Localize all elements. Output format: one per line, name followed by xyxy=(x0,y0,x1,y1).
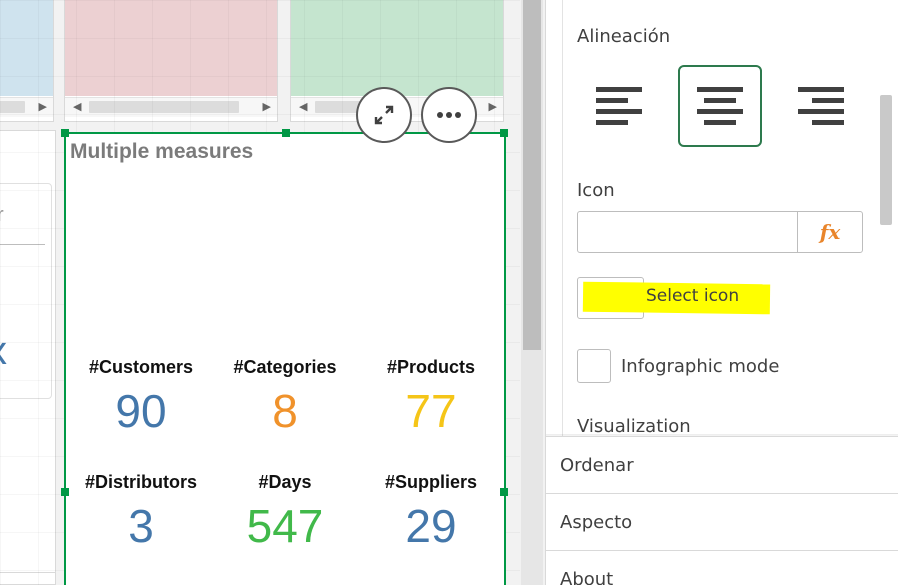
align-left-button[interactable] xyxy=(577,65,661,147)
accordion-label: Aspecto xyxy=(560,512,633,533)
accordion-aspecto[interactable]: Aspecto xyxy=(546,493,898,550)
fx-icon: fx xyxy=(819,220,841,244)
expression-editor-button[interactable]: fx xyxy=(797,212,862,252)
horizontal-scrollbar[interactable]: ▶ xyxy=(0,97,53,117)
scroll-right-arrow-icon[interactable]: ▶ xyxy=(263,100,271,113)
kpi-glyph: x xyxy=(0,329,7,374)
align-right-icon xyxy=(798,87,844,125)
align-right-button[interactable] xyxy=(779,65,863,147)
chart-thumbnail-fill xyxy=(65,0,277,96)
scroll-left-arrow-icon[interactable]: ◀ xyxy=(73,100,81,113)
kpi-customers[interactable]: #Customers 90 xyxy=(68,357,214,434)
infographic-mode-checkbox[interactable] xyxy=(577,349,611,383)
kpi-label: #Suppliers xyxy=(384,472,478,492)
left-bottom-object[interactable] xyxy=(0,572,56,585)
left-sheet-object[interactable]: r x xyxy=(0,130,56,580)
accordion-label: Ordenar xyxy=(560,455,634,476)
sheet-vertical-scrollbar[interactable] xyxy=(521,0,543,585)
kpi-products[interactable]: #Products 77 xyxy=(358,357,504,434)
chart-thumbnail-blue[interactable]: ▶ xyxy=(0,0,54,122)
chart-thumbnail-fill xyxy=(291,0,503,96)
app-root: ▶ ◀ ▶ ◀ ▶ r x Multiple measures #Custo xyxy=(0,0,898,585)
align-center-button[interactable] xyxy=(678,65,762,147)
kpi-value: 8 xyxy=(272,385,298,437)
kpi-label: #Days xyxy=(258,472,312,492)
kpi-value: 547 xyxy=(246,500,324,552)
search-input[interactable]: r xyxy=(0,204,4,227)
chart-thumbnail-fill xyxy=(0,0,53,96)
infographic-mode-label[interactable]: Infographic mode xyxy=(621,356,779,377)
kpi-object-selected[interactable]: Multiple measures #Customers 90 #Categor… xyxy=(64,132,506,585)
scrollbar-thumb[interactable] xyxy=(0,101,25,113)
resize-handle-top-right[interactable] xyxy=(500,129,508,137)
more-options-button[interactable] xyxy=(421,87,477,143)
kpi-suppliers[interactable]: #Suppliers 29 xyxy=(358,472,504,549)
input-underline xyxy=(0,244,45,245)
scroll-right-arrow-icon[interactable]: ▶ xyxy=(39,100,47,113)
scrollbar-thumb[interactable] xyxy=(89,101,239,113)
kpi-value: 90 xyxy=(115,385,167,437)
icon-expression-input[interactable]: fx xyxy=(577,211,863,253)
horizontal-scrollbar[interactable]: ◀ ▶ xyxy=(65,97,277,117)
scrollbar-thumb[interactable] xyxy=(523,0,541,350)
more-horizontal-icon xyxy=(437,112,461,118)
kpi-categories[interactable]: #Categories 8 xyxy=(212,357,358,434)
presentation-section: Alineación Icon fx Infographic mode Visu… xyxy=(562,0,880,437)
kpi-label: #Products xyxy=(386,357,476,377)
resize-handle-top-center[interactable] xyxy=(282,129,290,137)
kpi-value: 3 xyxy=(128,500,154,552)
expand-arrows-icon xyxy=(374,105,394,125)
icon-label: Icon xyxy=(577,180,615,201)
kpi-label: #Categories xyxy=(233,357,337,377)
accordion-label: About xyxy=(560,569,614,585)
resize-handle-top-left[interactable] xyxy=(61,129,69,137)
align-center-icon xyxy=(697,87,743,125)
chart-thumbnail-red[interactable]: ◀ ▶ xyxy=(64,0,278,122)
kpi-label: #Customers xyxy=(88,357,194,377)
scrollbar-thumb[interactable] xyxy=(880,95,892,225)
scroll-left-arrow-icon[interactable]: ◀ xyxy=(299,100,307,113)
kpi-value: 29 xyxy=(405,500,457,552)
alignment-label: Alineación xyxy=(577,26,671,47)
kpi-distributors[interactable]: #Distributors 3 xyxy=(68,472,214,549)
kpi-label: #Distributors xyxy=(84,472,198,492)
align-left-icon xyxy=(596,87,642,125)
resize-handle-middle-right[interactable] xyxy=(500,488,508,496)
panel-vertical-scrollbar[interactable] xyxy=(877,0,897,436)
accordion-ordenar[interactable]: Ordenar xyxy=(546,436,898,493)
resize-handle-middle-left[interactable] xyxy=(61,488,69,496)
accordion-about[interactable]: About xyxy=(546,550,898,585)
filter-card[interactable]: r x xyxy=(0,183,52,399)
kpi-value: 77 xyxy=(405,385,457,437)
expand-button[interactable] xyxy=(356,87,412,143)
kpi-days[interactable]: #Days 547 xyxy=(212,472,358,549)
scroll-right-arrow-icon[interactable]: ▶ xyxy=(489,100,497,113)
object-title: Multiple measures xyxy=(70,140,254,163)
select-icon-label[interactable]: Select icon xyxy=(646,286,739,306)
